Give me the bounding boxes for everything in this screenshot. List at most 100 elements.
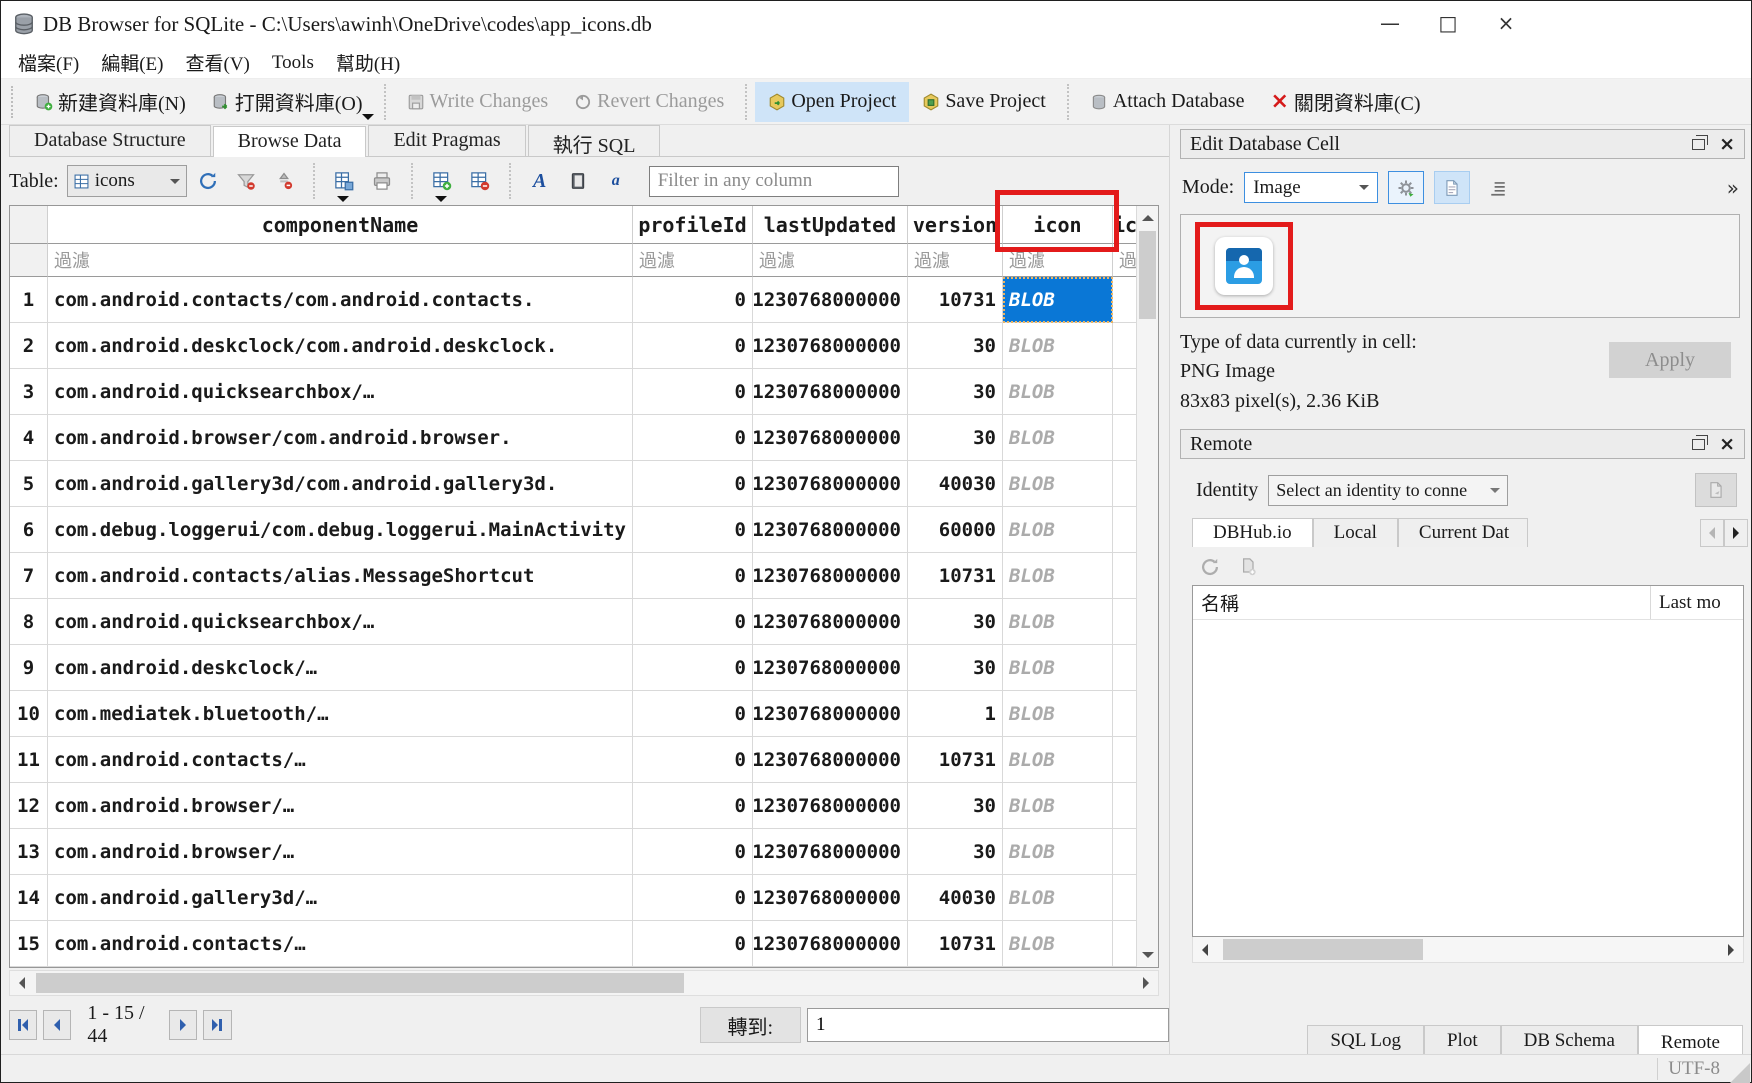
maximize-button[interactable]: □ — [1419, 1, 1477, 45]
table-row[interactable]: 10 com.mediatek.bluetooth/… 0 1230768000… — [10, 691, 1158, 737]
table-row[interactable]: 13 com.android.browser/… 0 1230768000000… — [10, 829, 1158, 875]
cell-icon-blob[interactable]: BLOB — [1003, 737, 1113, 783]
cell-partial[interactable] — [1113, 553, 1138, 599]
scroll-right-icon[interactable] — [1719, 938, 1743, 962]
cell-componentName[interactable]: com.android.quicksearchbox/… — [48, 599, 633, 645]
tab-edit-pragmas[interactable]: Edit Pragmas — [368, 125, 525, 156]
export-data-button[interactable] — [1434, 171, 1470, 204]
condensed-format-icon[interactable]: a — [599, 164, 633, 198]
scroll-up-icon[interactable] — [1137, 206, 1158, 230]
cell-lastUpdated[interactable]: 1230768000000 — [753, 875, 908, 921]
undock-icon[interactable] — [1692, 439, 1705, 450]
cell-partial[interactable] — [1113, 277, 1138, 323]
tab-scroll-right-icon[interactable] — [1724, 519, 1748, 547]
import-data-button[interactable] — [1388, 171, 1424, 204]
open-database-button[interactable]: 打開資料庫(O) — [199, 82, 376, 122]
column-header-profileId[interactable]: profileId — [633, 206, 753, 244]
cell-version[interactable]: 10731 — [908, 277, 1003, 323]
remote-refresh-icon[interactable] — [1200, 557, 1220, 577]
cell-partial[interactable] — [1113, 599, 1138, 645]
horizontal-scrollbar[interactable] — [9, 970, 1159, 996]
toolbar-overflow-chevron[interactable]: » — [1727, 176, 1739, 200]
table-row[interactable]: 12 com.android.browser/… 0 1230768000000… — [10, 783, 1158, 829]
open-database-dropdown-caret[interactable] — [362, 114, 374, 120]
cell-icon-blob[interactable]: BLOB — [1003, 415, 1113, 461]
cell-componentName[interactable]: com.android.gallery3d/… — [48, 875, 633, 921]
remote-tab-dbhub[interactable]: DBHub.io — [1192, 518, 1313, 547]
cell-partial[interactable] — [1113, 829, 1138, 875]
cell-profileId[interactable]: 0 — [633, 875, 753, 921]
tab-scroll-left-icon[interactable] — [1700, 519, 1724, 547]
close-database-button[interactable]: × 關閉資料庫(C) — [1257, 82, 1433, 122]
save-project-button[interactable]: Save Project — [909, 82, 1059, 122]
cell-componentName[interactable]: com.android.contacts/… — [48, 737, 633, 783]
print-button[interactable] — [365, 164, 399, 198]
filter-version[interactable]: 過濾 — [908, 244, 1003, 277]
remote-tab-current-database[interactable]: Current Dat — [1398, 518, 1528, 547]
clear-sorting-button[interactable] — [267, 164, 301, 198]
cell-componentName[interactable]: com.android.browser/com.android.browser. — [48, 415, 633, 461]
cell-version[interactable]: 30 — [908, 323, 1003, 369]
table-row[interactable]: 6 com.debug.loggerui/com.debug.loggerui.… — [10, 507, 1158, 553]
cell-partial[interactable] — [1113, 783, 1138, 829]
table-row[interactable]: 11 com.android.contacts/… 0 123076800000… — [10, 737, 1158, 783]
cell-profileId[interactable]: 0 — [633, 691, 753, 737]
cell-partial[interactable] — [1113, 415, 1138, 461]
cell-partial[interactable] — [1113, 323, 1138, 369]
cell-componentName[interactable]: com.mediatek.bluetooth/… — [48, 691, 633, 737]
cell-icon-blob[interactable]: BLOB — [1003, 645, 1113, 691]
scroll-left-icon[interactable] — [1193, 938, 1217, 962]
previous-record-button[interactable] — [43, 1010, 71, 1040]
menu-file[interactable]: 檔案(F) — [7, 46, 90, 79]
cell-lastUpdated[interactable]: 1230768000000 — [753, 691, 908, 737]
cell-icon-blob[interactable]: BLOB — [1003, 875, 1113, 921]
cell-componentName[interactable]: com.android.gallery3d/com.android.galler… — [48, 461, 633, 507]
cell-version[interactable]: 10731 — [908, 553, 1003, 599]
goto-record-input[interactable] — [807, 1008, 1169, 1042]
cell-icon-blob[interactable]: BLOB — [1003, 277, 1113, 323]
cell-lastUpdated[interactable]: 1230768000000 — [753, 461, 908, 507]
refresh-button[interactable] — [191, 164, 225, 198]
remote-tab-local[interactable]: Local — [1313, 518, 1398, 547]
menu-tools[interactable]: Tools — [261, 49, 325, 77]
horizontal-scrollbar-thumb[interactable] — [36, 973, 684, 993]
cell-profileId[interactable]: 0 — [633, 277, 753, 323]
cell-icon-blob[interactable]: BLOB — [1003, 553, 1113, 599]
cell-lastUpdated[interactable]: 1230768000000 — [753, 829, 908, 875]
cell-version[interactable]: 60000 — [908, 507, 1003, 553]
panel-close-icon[interactable]: × — [1719, 435, 1735, 454]
cell-componentName[interactable]: com.android.contacts/alias.MessageShortc… — [48, 553, 633, 599]
font-format-icon[interactable]: A — [523, 164, 557, 198]
save-results-dropdown-caret[interactable] — [337, 196, 349, 202]
filter-profileId[interactable]: 過濾 — [633, 244, 753, 277]
filter-componentName[interactable]: 過濾 — [48, 244, 633, 277]
column-header-componentName[interactable]: componentName — [48, 206, 633, 244]
goto-button[interactable]: 轉到: — [700, 1007, 802, 1043]
cell-icon-blob[interactable]: BLOB — [1003, 691, 1113, 737]
insert-record-dropdown-caret[interactable] — [435, 196, 447, 202]
cell-version[interactable]: 30 — [908, 369, 1003, 415]
cell-lastUpdated[interactable]: 1230768000000 — [753, 323, 908, 369]
open-project-button[interactable]: Open Project — [755, 82, 909, 122]
tab-browse-data[interactable]: Browse Data — [213, 126, 367, 157]
menu-edit[interactable]: 編輯(E) — [90, 46, 174, 79]
cell-componentName[interactable]: com.android.quicksearchbox/… — [48, 369, 633, 415]
cell-version[interactable]: 30 — [908, 599, 1003, 645]
minimize-button[interactable]: — — [1361, 1, 1419, 45]
column-header-icon[interactable]: icon — [1003, 206, 1113, 244]
new-database-button[interactable]: 新建資料庫(N) — [22, 82, 199, 122]
table-row[interactable]: 9 com.android.deskclock/… 0 123076800000… — [10, 645, 1158, 691]
menu-view[interactable]: 查看(V) — [175, 46, 261, 79]
table-row[interactable]: 14 com.android.gallery3d/… 0 12307680000… — [10, 875, 1158, 921]
cell-componentName[interactable]: com.debug.loggerui/com.debug.loggerui.Ma… — [48, 507, 633, 553]
cell-componentName[interactable]: com.android.browser/… — [48, 829, 633, 875]
cell-componentName[interactable]: com.android.deskclock/com.android.deskcl… — [48, 323, 633, 369]
cell-icon-blob[interactable]: BLOB — [1003, 461, 1113, 507]
remote-column-last-modified[interactable]: Last mo — [1651, 586, 1743, 619]
filter-lastUpdated[interactable]: 過濾 — [753, 244, 908, 277]
cell-partial[interactable] — [1113, 507, 1138, 553]
table-row[interactable]: 15 com.android.contacts/… 0 123076800000… — [10, 921, 1158, 967]
cell-icon-blob[interactable]: BLOB — [1003, 507, 1113, 553]
cell-lastUpdated[interactable]: 1230768000000 — [753, 507, 908, 553]
cell-version[interactable]: 30 — [908, 829, 1003, 875]
